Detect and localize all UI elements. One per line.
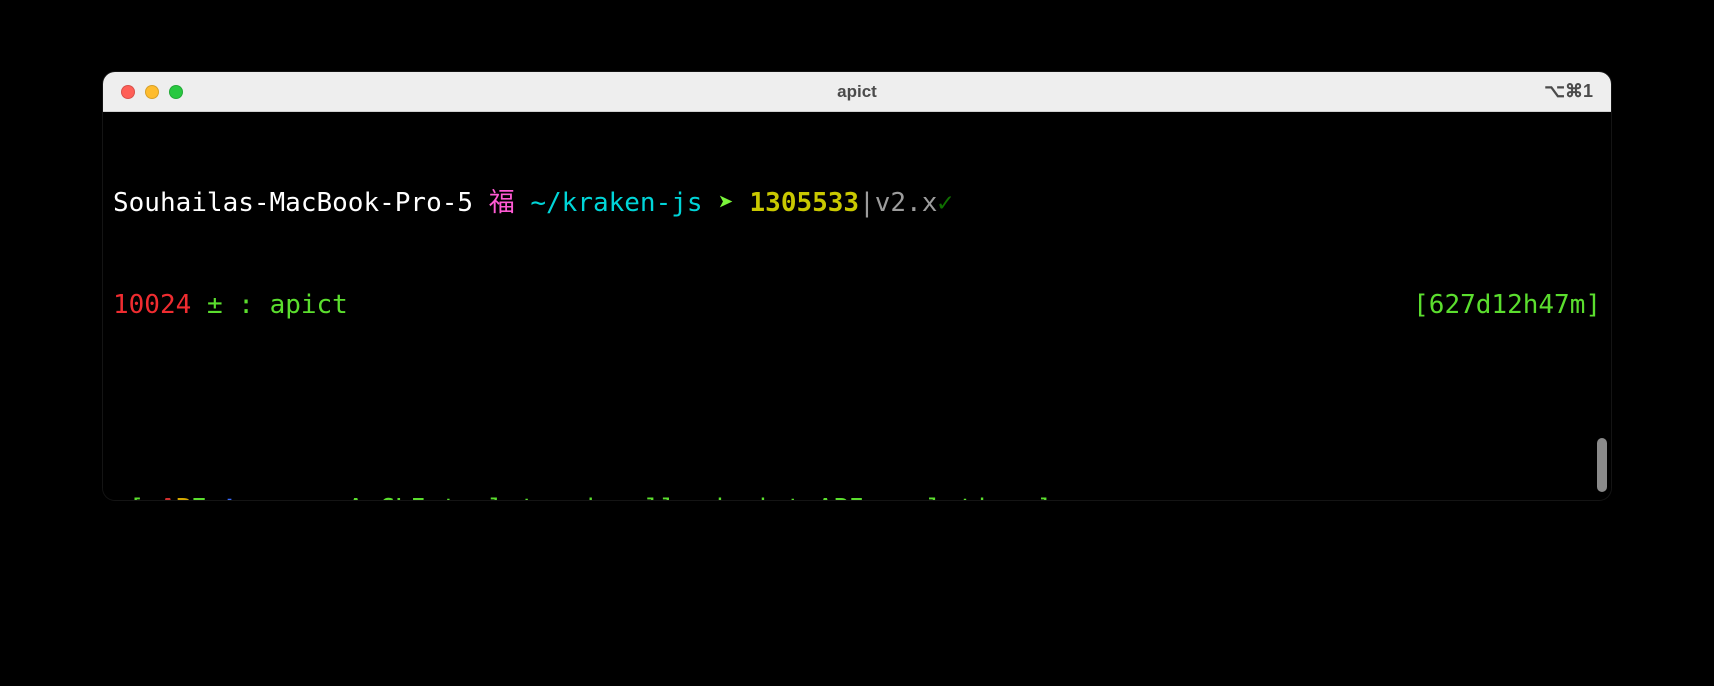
git-commit: 1305533: [750, 186, 860, 220]
cwd: ~/kraken-js: [530, 186, 702, 220]
banner-letter: I: [191, 492, 207, 500]
host-kanji: 福: [489, 186, 515, 220]
tab-shortcut: ⌥⌘1: [1544, 81, 1593, 102]
banner-letter: t: [223, 492, 239, 500]
git-clean-check-icon: ✓: [937, 186, 953, 220]
plus-minus-icon: ±: [207, 288, 223, 322]
window-title: apict: [103, 82, 1611, 102]
zoom-icon[interactable]: [169, 85, 183, 99]
elapsed-time: [627d12h47m]: [1413, 288, 1601, 322]
prompt-colon: :: [238, 288, 254, 322]
prompt-arrow-icon: ➤: [718, 186, 734, 220]
command-input: apict: [270, 288, 348, 322]
banner-desc: A CLI tool to visually depict API evolut…: [348, 492, 1021, 500]
minimize-icon[interactable]: [145, 85, 159, 99]
git-branch: v2.x: [875, 186, 938, 220]
prompt-line-2: 10024 ± : apict [627d12h47m]: [113, 288, 1601, 322]
scrollbar-thumb[interactable]: [1597, 438, 1607, 492]
banner-letter: A: [160, 492, 176, 500]
prompt-pid: 10024: [113, 288, 191, 322]
banner-letter: e: [270, 492, 286, 500]
blank-line: [113, 390, 1601, 424]
branch-separator: |: [859, 186, 875, 220]
terminal-body[interactable]: Souhailas-MacBook-Pro-5 福 ~/kraken-js ➤ …: [103, 112, 1611, 500]
prompt-line-1: Souhailas-MacBook-Pro-5 福 ~/kraken-js ➤ …: [113, 186, 1601, 220]
hostname: Souhailas-MacBook-Pro-5: [113, 186, 473, 220]
banner-open: [: [113, 492, 160, 500]
banner-letter: u: [238, 492, 254, 500]
banner-letter: P: [176, 492, 192, 500]
terminal-window: apict ⌥⌘1 Souhailas-MacBook-Pro-5 福 ~/kr…: [103, 72, 1611, 500]
banner-letter: c: [207, 492, 223, 500]
traffic-lights: [121, 85, 183, 99]
close-icon[interactable]: [121, 85, 135, 99]
banner-colon: :: [285, 492, 348, 500]
banner-letter: r: [254, 492, 270, 500]
banner-line: [ APIcture : A CLI tool to visually depi…: [113, 492, 1601, 500]
titlebar: apict ⌥⌘1: [103, 72, 1611, 112]
banner-close: ]: [1021, 492, 1052, 500]
